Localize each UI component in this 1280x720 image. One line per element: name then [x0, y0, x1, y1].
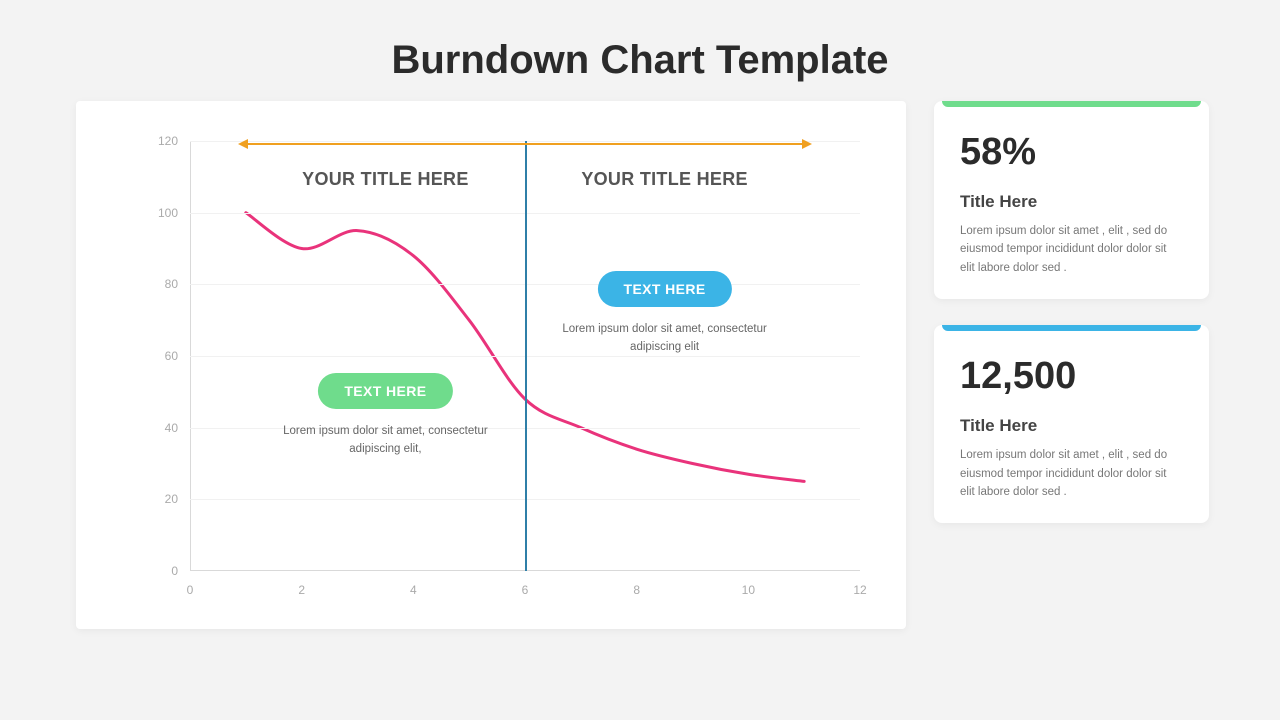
stat-accent-1	[942, 101, 1201, 107]
x-tick: 0	[187, 583, 194, 597]
x-tick: 12	[853, 583, 866, 597]
section-caption: Lorem ipsum dolor sit amet, consectetur …	[270, 423, 500, 459]
stat-title-1: Title Here	[960, 192, 1183, 212]
y-tick: 0	[138, 564, 178, 578]
y-tick: 20	[138, 492, 178, 506]
y-tick: 40	[138, 421, 178, 435]
y-tick: 120	[138, 134, 178, 148]
stat-value-1: 58%	[960, 131, 1183, 174]
span-arrow	[246, 143, 804, 145]
x-tick: 2	[298, 583, 305, 597]
pill-label: TEXT HERE	[318, 373, 452, 409]
section-caption: Lorem ipsum dolor sit amet, consectetur …	[550, 321, 780, 357]
pill-label: TEXT HERE	[597, 271, 731, 307]
y-tick: 100	[138, 206, 178, 220]
section-title: YOUR TITLE HERE	[302, 169, 469, 190]
stat-title-2: Title Here	[960, 416, 1183, 436]
stat-accent-2	[942, 325, 1201, 331]
y-tick: 80	[138, 277, 178, 291]
chart-card: YOUR TITLE HERE TEXT HERE Lorem ipsum dolo…	[76, 101, 906, 629]
divider-line	[525, 141, 527, 571]
section-title: YOUR TITLE HERE	[581, 169, 748, 190]
x-tick: 10	[742, 583, 755, 597]
stats-column: 58% Title Here Lorem ipsum dolor sit ame…	[934, 101, 1209, 629]
stat-value-2: 12,500	[960, 355, 1183, 398]
chart-area: YOUR TITLE HERE TEXT HERE Lorem ipsum dolo…	[106, 131, 876, 609]
stat-card-1: 58% Title Here Lorem ipsum dolor sit ame…	[934, 101, 1209, 299]
page-title: Burndown Chart Template	[0, 0, 1280, 101]
x-tick: 8	[633, 583, 640, 597]
stat-body-2: Lorem ipsum dolor sit amet , elit , sed …	[960, 446, 1183, 501]
stat-card-2: 12,500 Title Here Lorem ipsum dolor sit …	[934, 325, 1209, 523]
y-tick: 60	[138, 349, 178, 363]
x-tick: 6	[522, 583, 529, 597]
stat-body-1: Lorem ipsum dolor sit amet , elit , sed …	[960, 222, 1183, 277]
x-tick: 4	[410, 583, 417, 597]
plot-region: YOUR TITLE HERE TEXT HERE Lorem ipsum dolo…	[190, 141, 860, 571]
content-row: YOUR TITLE HERE TEXT HERE Lorem ipsum dolo…	[0, 101, 1280, 629]
